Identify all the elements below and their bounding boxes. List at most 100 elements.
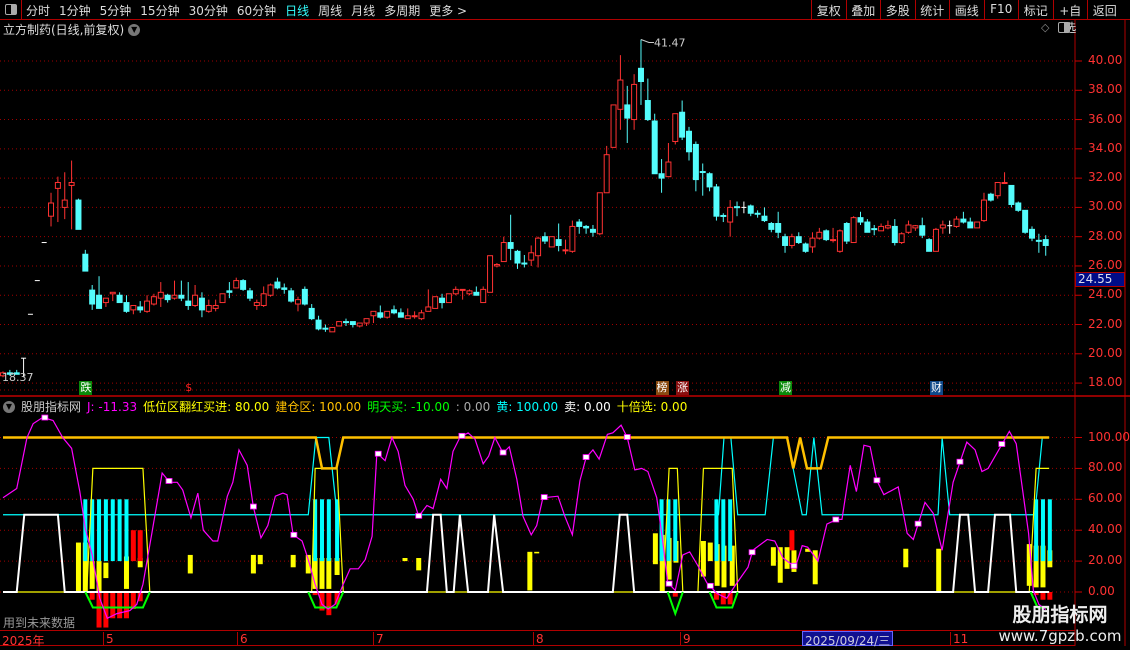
candle	[507, 214, 514, 261]
indicator-value: 十倍选: 0.00	[616, 400, 688, 414]
signal-marker[interactable]: $	[182, 381, 195, 395]
candle-body	[480, 288, 487, 304]
cyan-bar	[103, 499, 108, 562]
cyan-bar	[117, 499, 122, 562]
chart-canvas[interactable]: 41.47 18.37	[0, 0, 1130, 650]
candle-body	[274, 281, 281, 289]
candle-body	[308, 307, 315, 320]
candle-body	[521, 262, 528, 265]
indicator-name[interactable]: 股朋指标网	[21, 398, 81, 415]
candle-body	[384, 310, 391, 318]
tab-period[interactable]: 多周期	[384, 2, 420, 19]
toolbar-button[interactable]: +自选	[1052, 0, 1088, 35]
candle	[535, 236, 542, 268]
panel-toggle-icon[interactable]	[1058, 22, 1070, 33]
cyan-bar	[714, 499, 719, 562]
candle-body	[1001, 182, 1008, 185]
yellow-bar	[402, 558, 408, 562]
candle	[1022, 209, 1029, 234]
tab-period[interactable]: 30分钟	[189, 2, 228, 19]
candle	[171, 280, 178, 300]
candle	[205, 299, 212, 313]
candle	[583, 224, 590, 234]
candle-body	[850, 217, 857, 244]
tab-period[interactable]: 5分钟	[100, 2, 132, 19]
j-marker	[790, 562, 798, 569]
toolbar-button[interactable]: 返回	[1087, 0, 1122, 20]
diamond-icon[interactable]: ◇	[1041, 21, 1049, 34]
candle-body	[912, 225, 919, 229]
cyan-bar	[110, 499, 115, 562]
candle	[960, 211, 967, 224]
candle	[96, 276, 103, 309]
candle	[720, 213, 727, 223]
candle-body	[686, 130, 692, 153]
tab-period[interactable]: 更多 >	[429, 2, 467, 19]
chevron-down-icon[interactable]: ▼	[128, 23, 141, 36]
candle-body	[836, 230, 843, 252]
candle-body	[61, 199, 68, 208]
candle	[404, 308, 411, 320]
candle-body	[720, 214, 727, 217]
indicator-header: ▼ 股朋指标网 J: -11.33 低位区翻红买进: 80.00 建仓区: 100.…	[3, 398, 687, 415]
tab-period[interactable]: 日线	[285, 2, 309, 19]
candle	[384, 310, 391, 319]
candle	[246, 287, 253, 302]
cyan-bar	[721, 499, 726, 562]
chevron-down-icon[interactable]: ▼	[3, 400, 15, 413]
candle	[686, 126, 692, 161]
toolbar-button[interactable]: 画线	[949, 0, 984, 20]
toolbar-button[interactable]: 多股	[880, 0, 915, 20]
j-marker	[956, 458, 964, 465]
yellow-bar	[123, 556, 129, 589]
candle	[329, 326, 336, 333]
candle-body	[528, 252, 535, 261]
tab-period[interactable]: 分时	[26, 2, 50, 19]
candle	[212, 299, 219, 312]
date-month: 5	[103, 632, 114, 646]
signal-marker[interactable]: 财	[929, 381, 943, 395]
candle	[480, 286, 487, 304]
candle	[1042, 235, 1049, 256]
future-data-note: 用到未来数据	[3, 616, 76, 630]
toolbar-button[interactable]: F10	[983, 0, 1019, 20]
toolbar: 分时 1分钟 5分钟 15分钟 30分钟 60分钟 日线 周线 月线 多周期 更多 > 复权 叠加 多股…	[0, 0, 1130, 35]
candle	[61, 172, 68, 220]
candle-body	[1022, 209, 1029, 233]
toolbar-button[interactable]: 复权	[811, 0, 846, 20]
candle-body	[294, 299, 301, 305]
candle-body	[281, 287, 288, 290]
candle-body	[535, 237, 542, 257]
signal-marker[interactable]: 跌	[79, 381, 93, 395]
tab-period[interactable]: 周线	[318, 2, 342, 19]
candle-body	[713, 186, 720, 217]
signal-marker[interactable]: 榜	[655, 381, 669, 395]
tab-period[interactable]: 月线	[351, 2, 375, 19]
cyan-bar	[319, 499, 324, 562]
candle-body	[397, 312, 404, 318]
candle-body	[692, 143, 699, 181]
candle	[947, 220, 953, 234]
toolbar-button[interactable]: 叠加	[845, 0, 881, 20]
indicator-tick-label: 60.00	[1088, 491, 1123, 506]
candle	[665, 142, 672, 178]
tab-period[interactable]: 15分钟	[140, 2, 179, 19]
j-marker	[998, 441, 1006, 447]
candle-body	[960, 218, 967, 223]
candle	[967, 217, 974, 229]
tab-period[interactable]: 1分钟	[59, 2, 91, 19]
cyan-bar	[673, 499, 678, 562]
tab-period[interactable]: 60分钟	[237, 2, 276, 19]
candle-body	[569, 225, 576, 252]
signal-marker[interactable]: 涨	[676, 381, 690, 395]
toolbar-button[interactable]: 统计	[914, 0, 950, 20]
candle	[514, 249, 521, 269]
candle	[864, 219, 871, 233]
red-bar	[326, 592, 332, 616]
toolbar-button[interactable]: 标记	[1018, 0, 1053, 20]
sidebar-toggle-icon[interactable]	[0, 0, 22, 20]
signal-marker[interactable]: 减	[779, 381, 793, 395]
candle-body	[1035, 239, 1042, 242]
candle	[294, 296, 301, 312]
yellow-bar	[534, 551, 540, 554]
